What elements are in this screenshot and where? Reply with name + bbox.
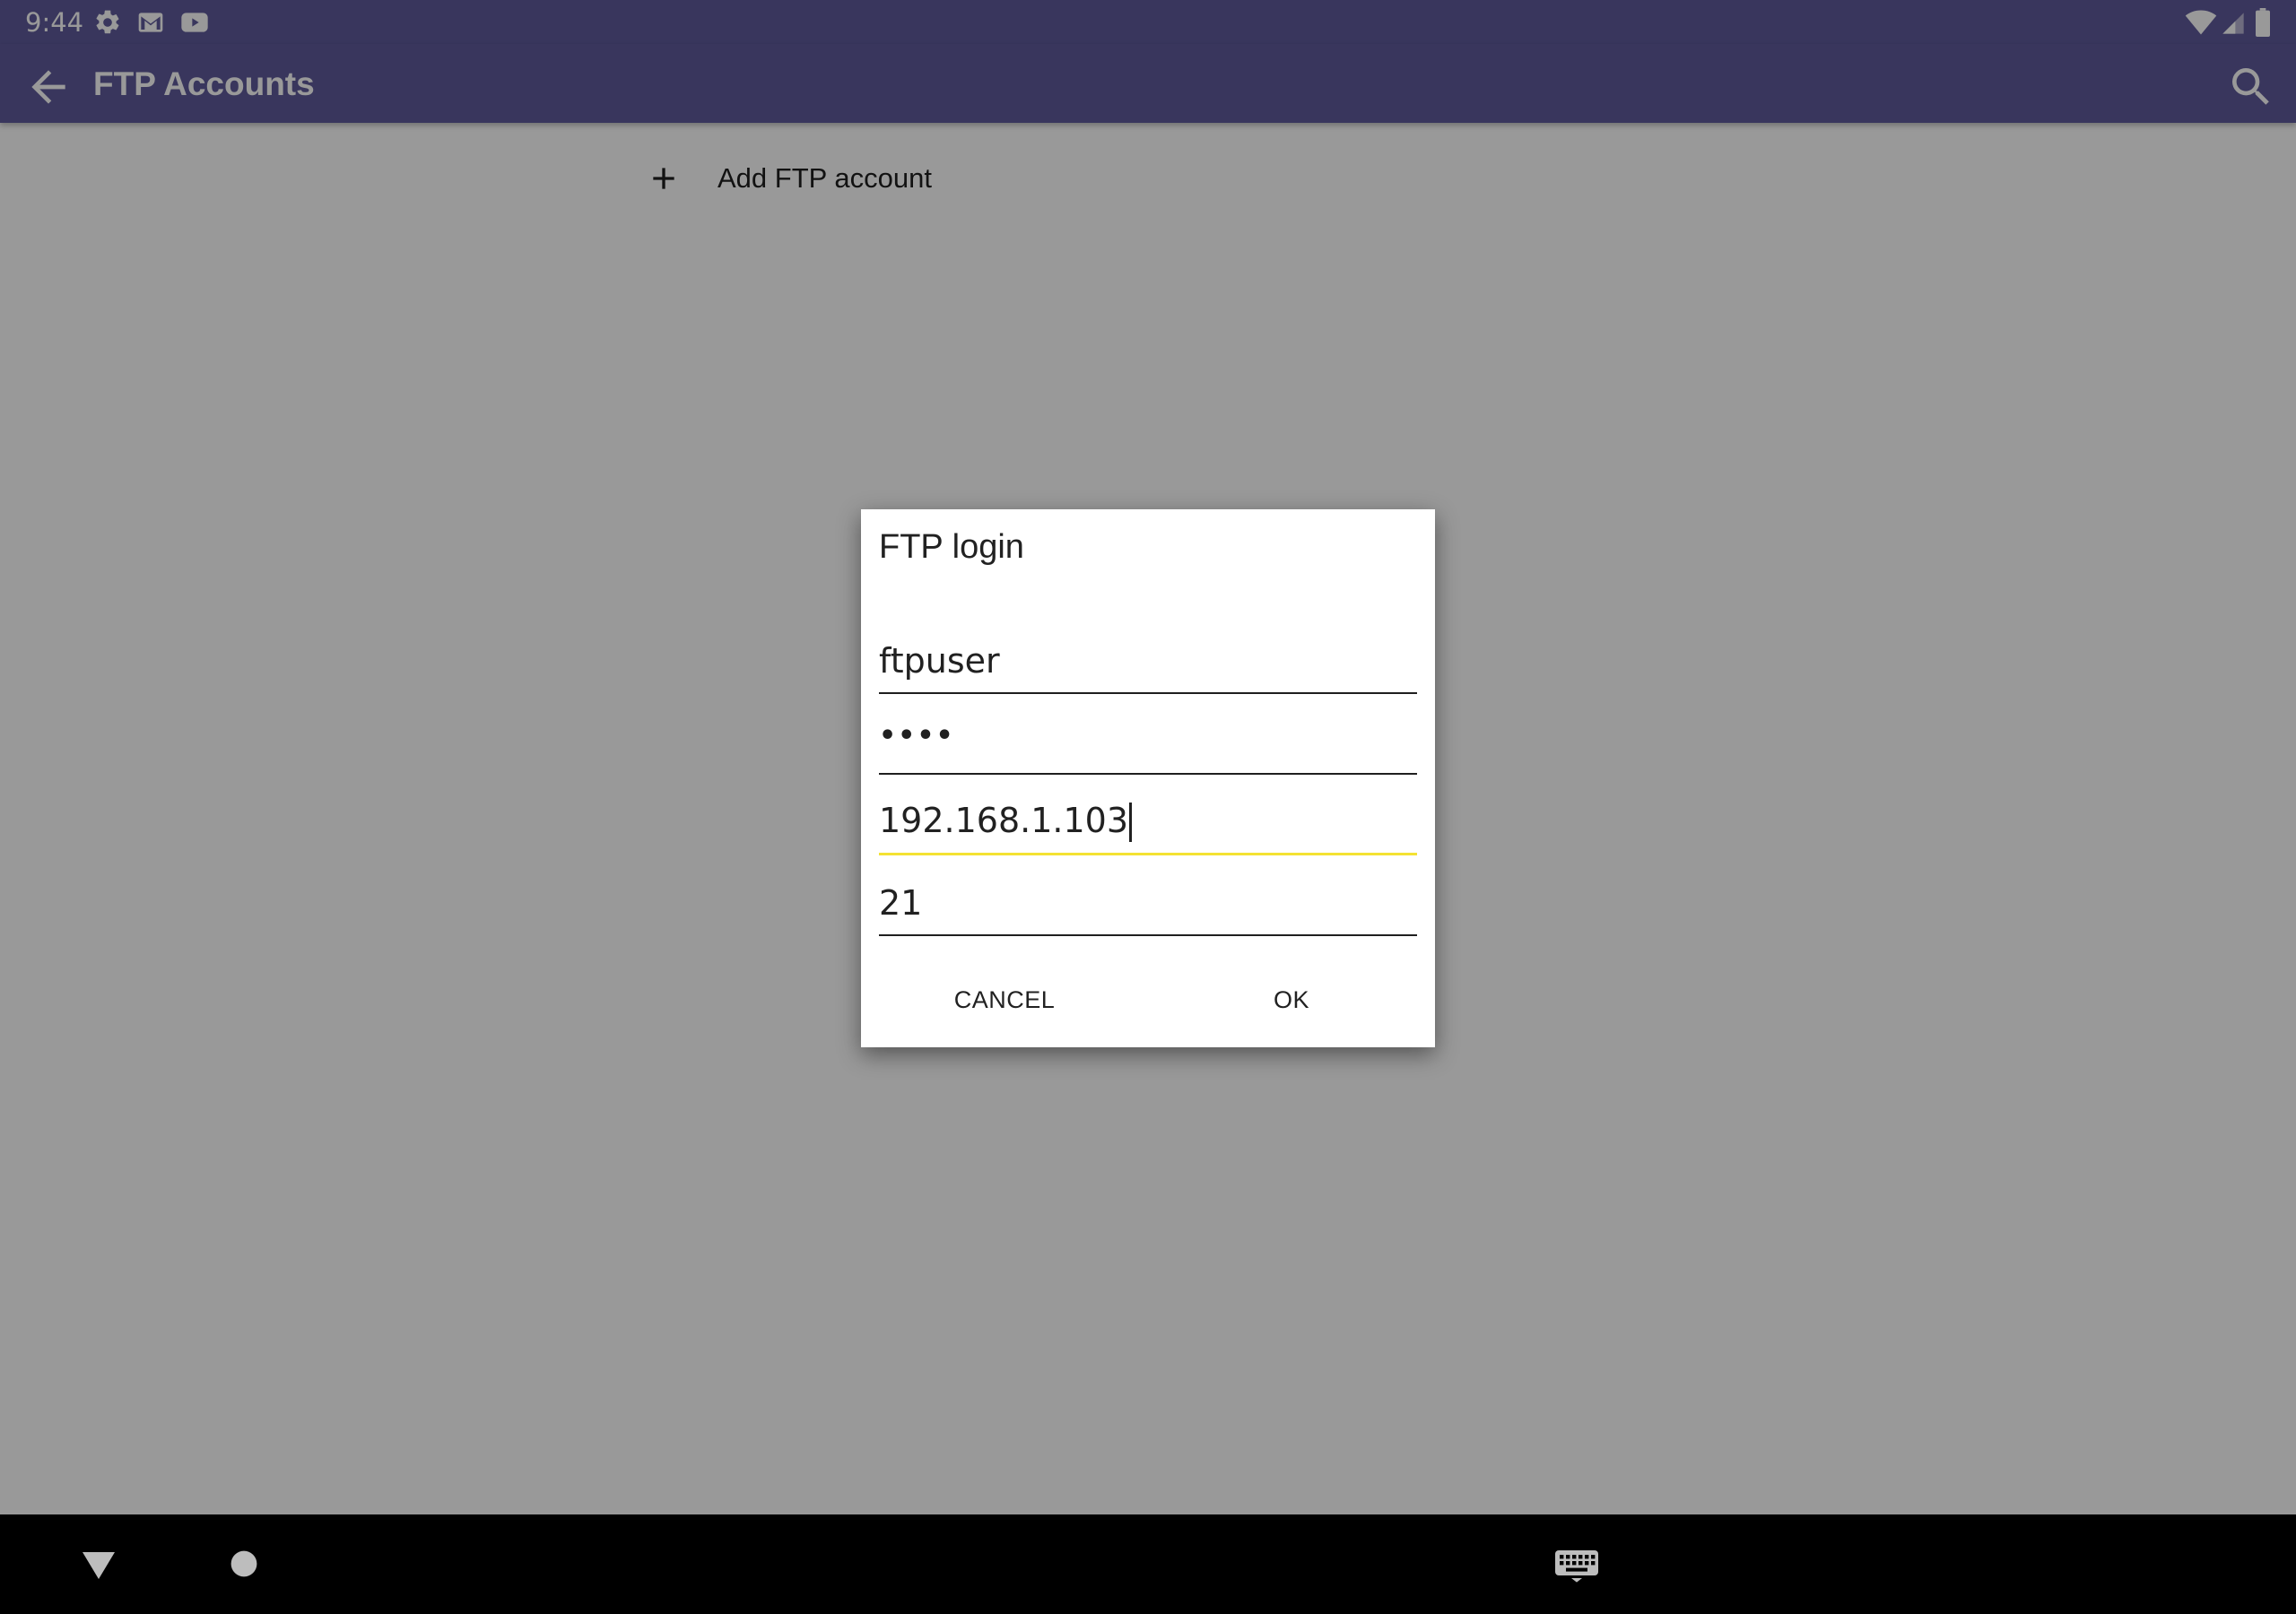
password-value: ••••: [879, 720, 955, 751]
home-circle-icon[interactable]: [230, 1549, 258, 1583]
cancel-button[interactable]: CANCEL: [915, 968, 1094, 1031]
password-field[interactable]: ••••: [879, 701, 1417, 775]
username-field[interactable]: ftpuser: [879, 620, 1417, 694]
dialog-title: FTP login: [879, 528, 1024, 566]
username-value: ftpuser: [879, 641, 1000, 681]
back-triangle-icon[interactable]: [81, 1549, 117, 1585]
ok-button[interactable]: OK: [1202, 968, 1381, 1031]
host-field-content: 192.168.1.103: [879, 800, 1133, 842]
keyboard-icon[interactable]: [1553, 1547, 1600, 1587]
host-field[interactable]: 192.168.1.103: [879, 781, 1417, 855]
android-screen: 9:44 FTP Accounts Add FTP account FTP lo…: [0, 0, 2296, 1614]
ftp-login-dialog: FTP login ftpuser •••• 192.168.1.103 21 …: [861, 509, 1435, 1047]
port-value: 21: [879, 883, 923, 923]
text-cursor: [1129, 803, 1133, 842]
navigation-bar: [0, 1514, 2296, 1614]
port-field[interactable]: 21: [879, 863, 1417, 936]
host-value: 192.168.1.103: [879, 800, 1129, 840]
